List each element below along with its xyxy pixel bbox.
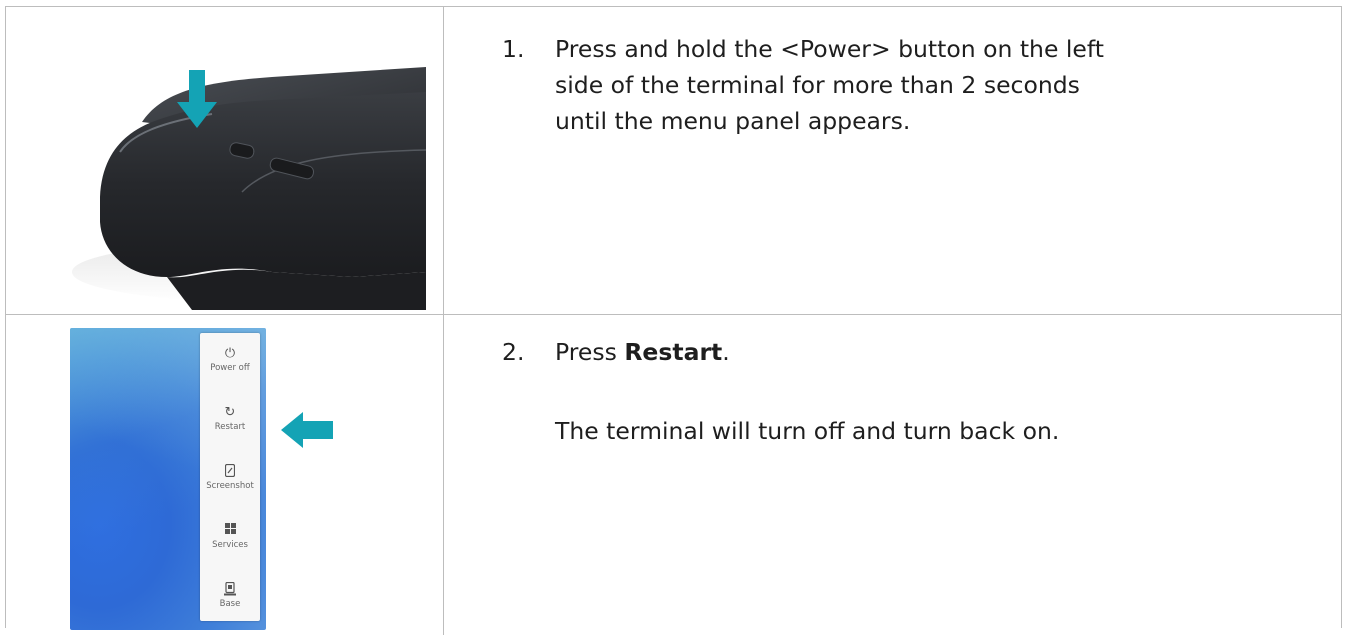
services-grid-icon bbox=[200, 523, 260, 539]
step-2-image-cell: ⏻ Power off ↻ Restart Screenshot Service… bbox=[6, 315, 444, 635]
power-menu-screenshot: ⏻ Power off ↻ Restart Screenshot Service… bbox=[70, 328, 266, 630]
terminal-photo bbox=[72, 22, 426, 310]
step-2-text-cell: 2. Press Restart. The terminal will turn… bbox=[444, 315, 1341, 635]
menu-item-label: Screenshot bbox=[206, 481, 254, 491]
restart-icon: ↻ bbox=[224, 405, 236, 420]
step-row-1: 1. Press and hold the <Power> button on … bbox=[6, 7, 1341, 315]
step-1-image-cell bbox=[6, 7, 444, 314]
left-arrow-icon bbox=[281, 412, 333, 448]
menu-item-label: Power off bbox=[210, 363, 250, 373]
step-2-subtext: The terminal will turn off and turn back… bbox=[555, 417, 1060, 445]
power-menu-panel: ⏻ Power off ↻ Restart Screenshot Service… bbox=[200, 333, 260, 621]
menu-item-label: Restart bbox=[214, 422, 246, 432]
menu-item-label: Base bbox=[219, 599, 241, 609]
menu-item-label: Services bbox=[212, 540, 248, 550]
step-1-text-cell: 1. Press and hold the <Power> button on … bbox=[444, 7, 1341, 314]
base-icon bbox=[200, 581, 260, 598]
step-text: Press Restart. bbox=[555, 338, 730, 366]
menu-item-power-off[interactable]: ⏻ Power off bbox=[200, 346, 260, 374]
menu-item-base[interactable]: Base bbox=[200, 581, 260, 610]
instructions-table: 1. Press and hold the <Power> button on … bbox=[5, 6, 1342, 635]
step-number: 1. bbox=[502, 35, 525, 63]
step-row-2: ⏻ Power off ↻ Restart Screenshot Service… bbox=[6, 315, 1341, 635]
menu-item-services[interactable]: Services bbox=[200, 523, 260, 551]
restart-emphasis: Restart bbox=[624, 338, 723, 366]
menu-item-screenshot[interactable]: Screenshot bbox=[200, 463, 260, 492]
step-text: Press and hold the <Power> button on the… bbox=[555, 35, 1104, 135]
menu-item-restart[interactable]: ↻ Restart bbox=[200, 405, 260, 433]
power-icon: ⏻ bbox=[224, 346, 236, 361]
screenshot-icon bbox=[200, 463, 260, 480]
step-number: 2. bbox=[502, 338, 525, 366]
